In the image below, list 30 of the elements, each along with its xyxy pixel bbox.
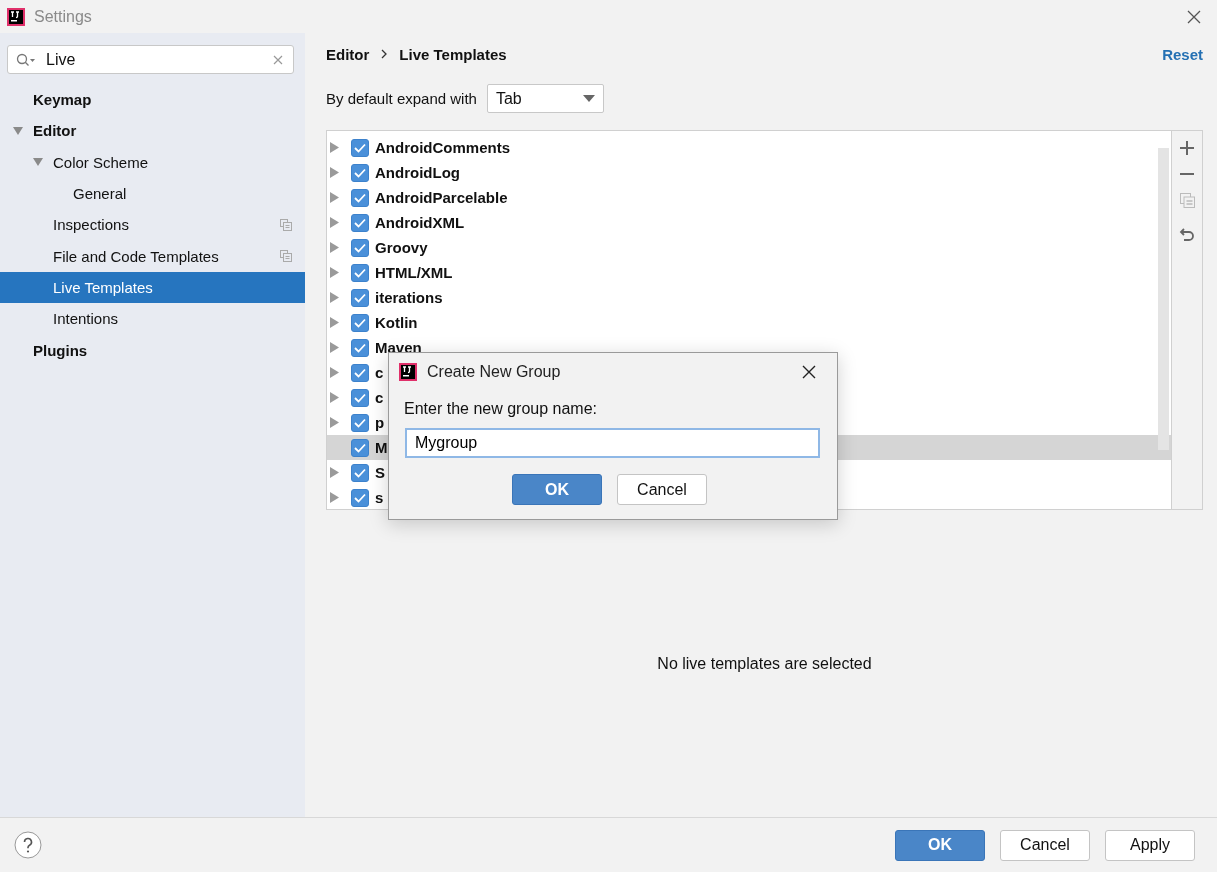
settings-item-label: Plugins xyxy=(33,341,88,359)
breadcrumb-item: Editor xyxy=(326,45,370,63)
settings-item-label: Color Scheme xyxy=(53,153,149,171)
expand-label: By default expand with xyxy=(326,90,477,107)
settings-item-label: Editor xyxy=(33,122,77,140)
template-group-name: Kotlin xyxy=(375,314,418,331)
template-group-name: Groovy xyxy=(375,239,428,256)
settings-item-label: File and Code Templates xyxy=(53,247,219,265)
template-group-name: AndroidXML xyxy=(375,214,465,231)
template-group-name: S xyxy=(375,464,385,481)
dialog-title: Create New Group xyxy=(427,363,561,381)
template-group-name: AndroidParcelable xyxy=(375,189,508,206)
template-group-name: HTML/XML xyxy=(375,264,453,281)
template-group-name: iterations xyxy=(375,289,443,306)
settings-item-label: Live Templates xyxy=(53,278,153,296)
breadcrumb-item: Live Templates xyxy=(399,45,507,63)
settings-item-label: Inspections xyxy=(53,216,129,234)
settings-item-label: Keymap xyxy=(33,91,92,109)
template-group-name: M xyxy=(375,439,388,456)
settings-item-label: General xyxy=(73,185,127,203)
settings-item-label: Intentions xyxy=(53,310,119,328)
template-group-name: c xyxy=(375,389,384,406)
template-group-name: c xyxy=(375,364,384,381)
window-title: Settings xyxy=(34,7,92,26)
template-group-name: AndroidLog xyxy=(375,164,460,181)
template-group-name: AndroidComments xyxy=(375,139,510,156)
prompt-label: Enter the new group name: xyxy=(404,400,598,418)
empty-message: No live templates are selected xyxy=(657,654,872,673)
template-group-name: s xyxy=(375,489,384,506)
template-group-name: p xyxy=(375,414,385,431)
